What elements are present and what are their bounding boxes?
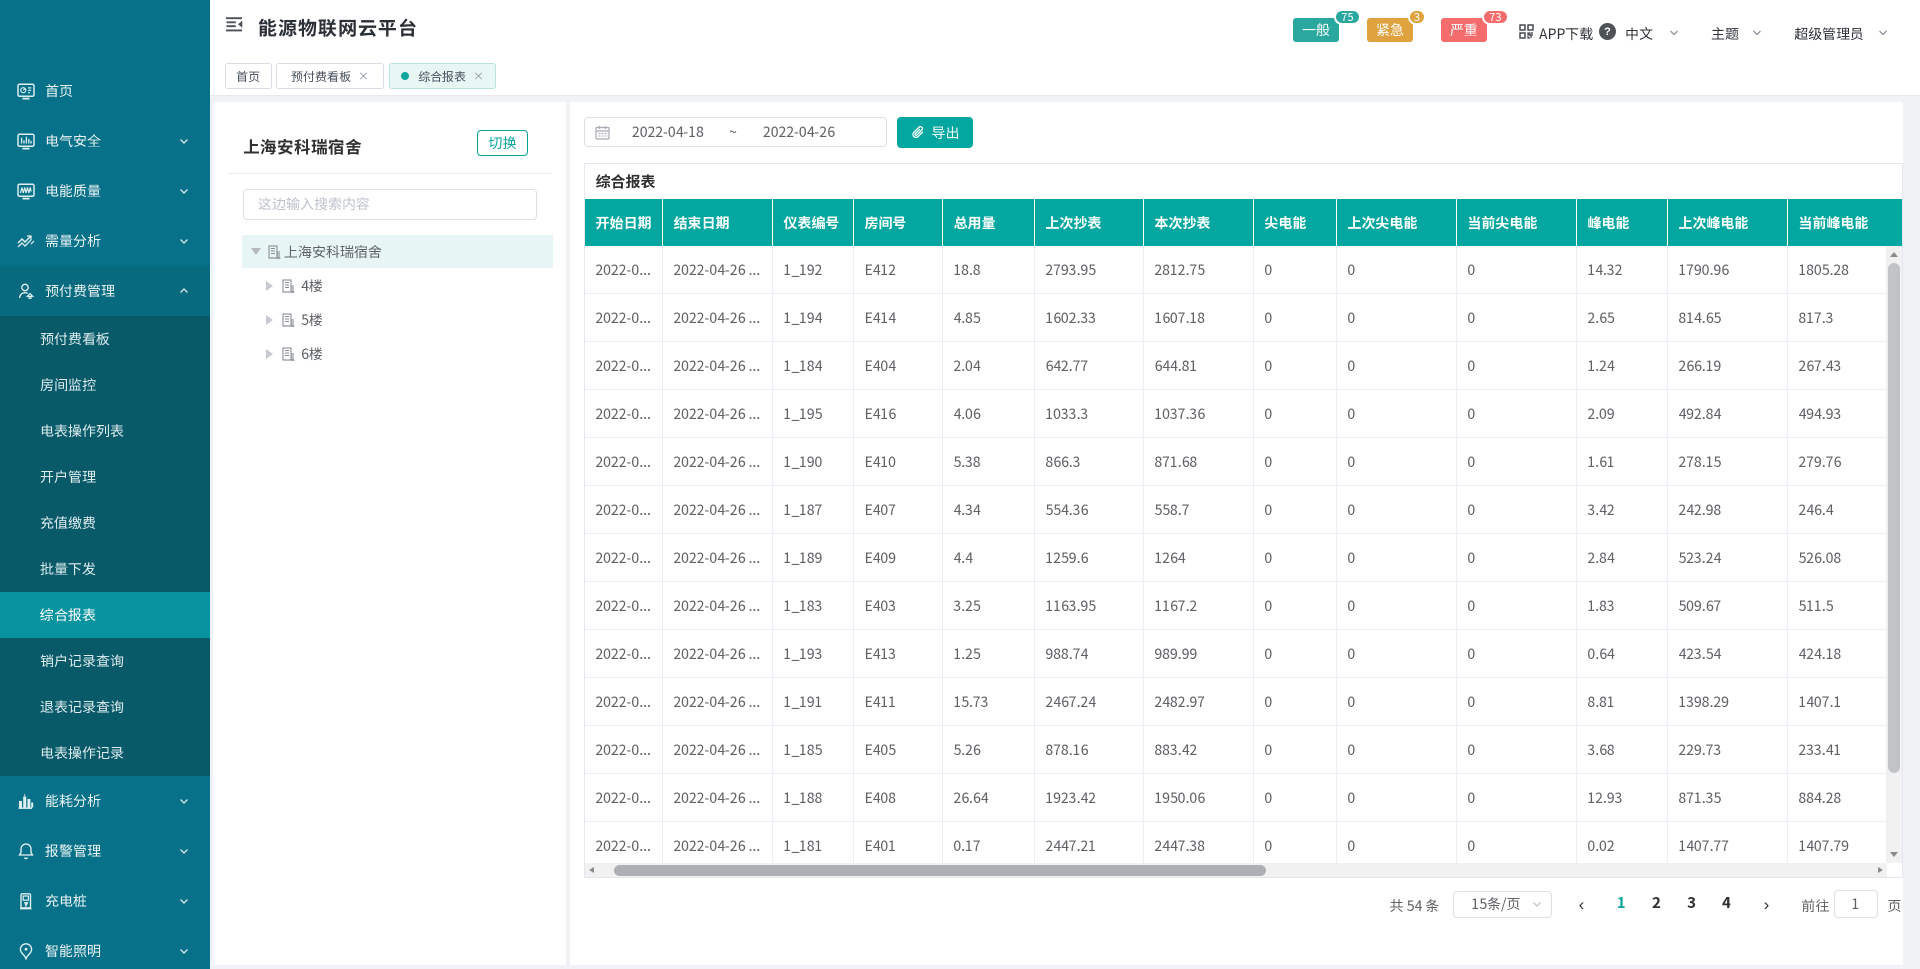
svg-text:?: ? — [1604, 26, 1611, 38]
